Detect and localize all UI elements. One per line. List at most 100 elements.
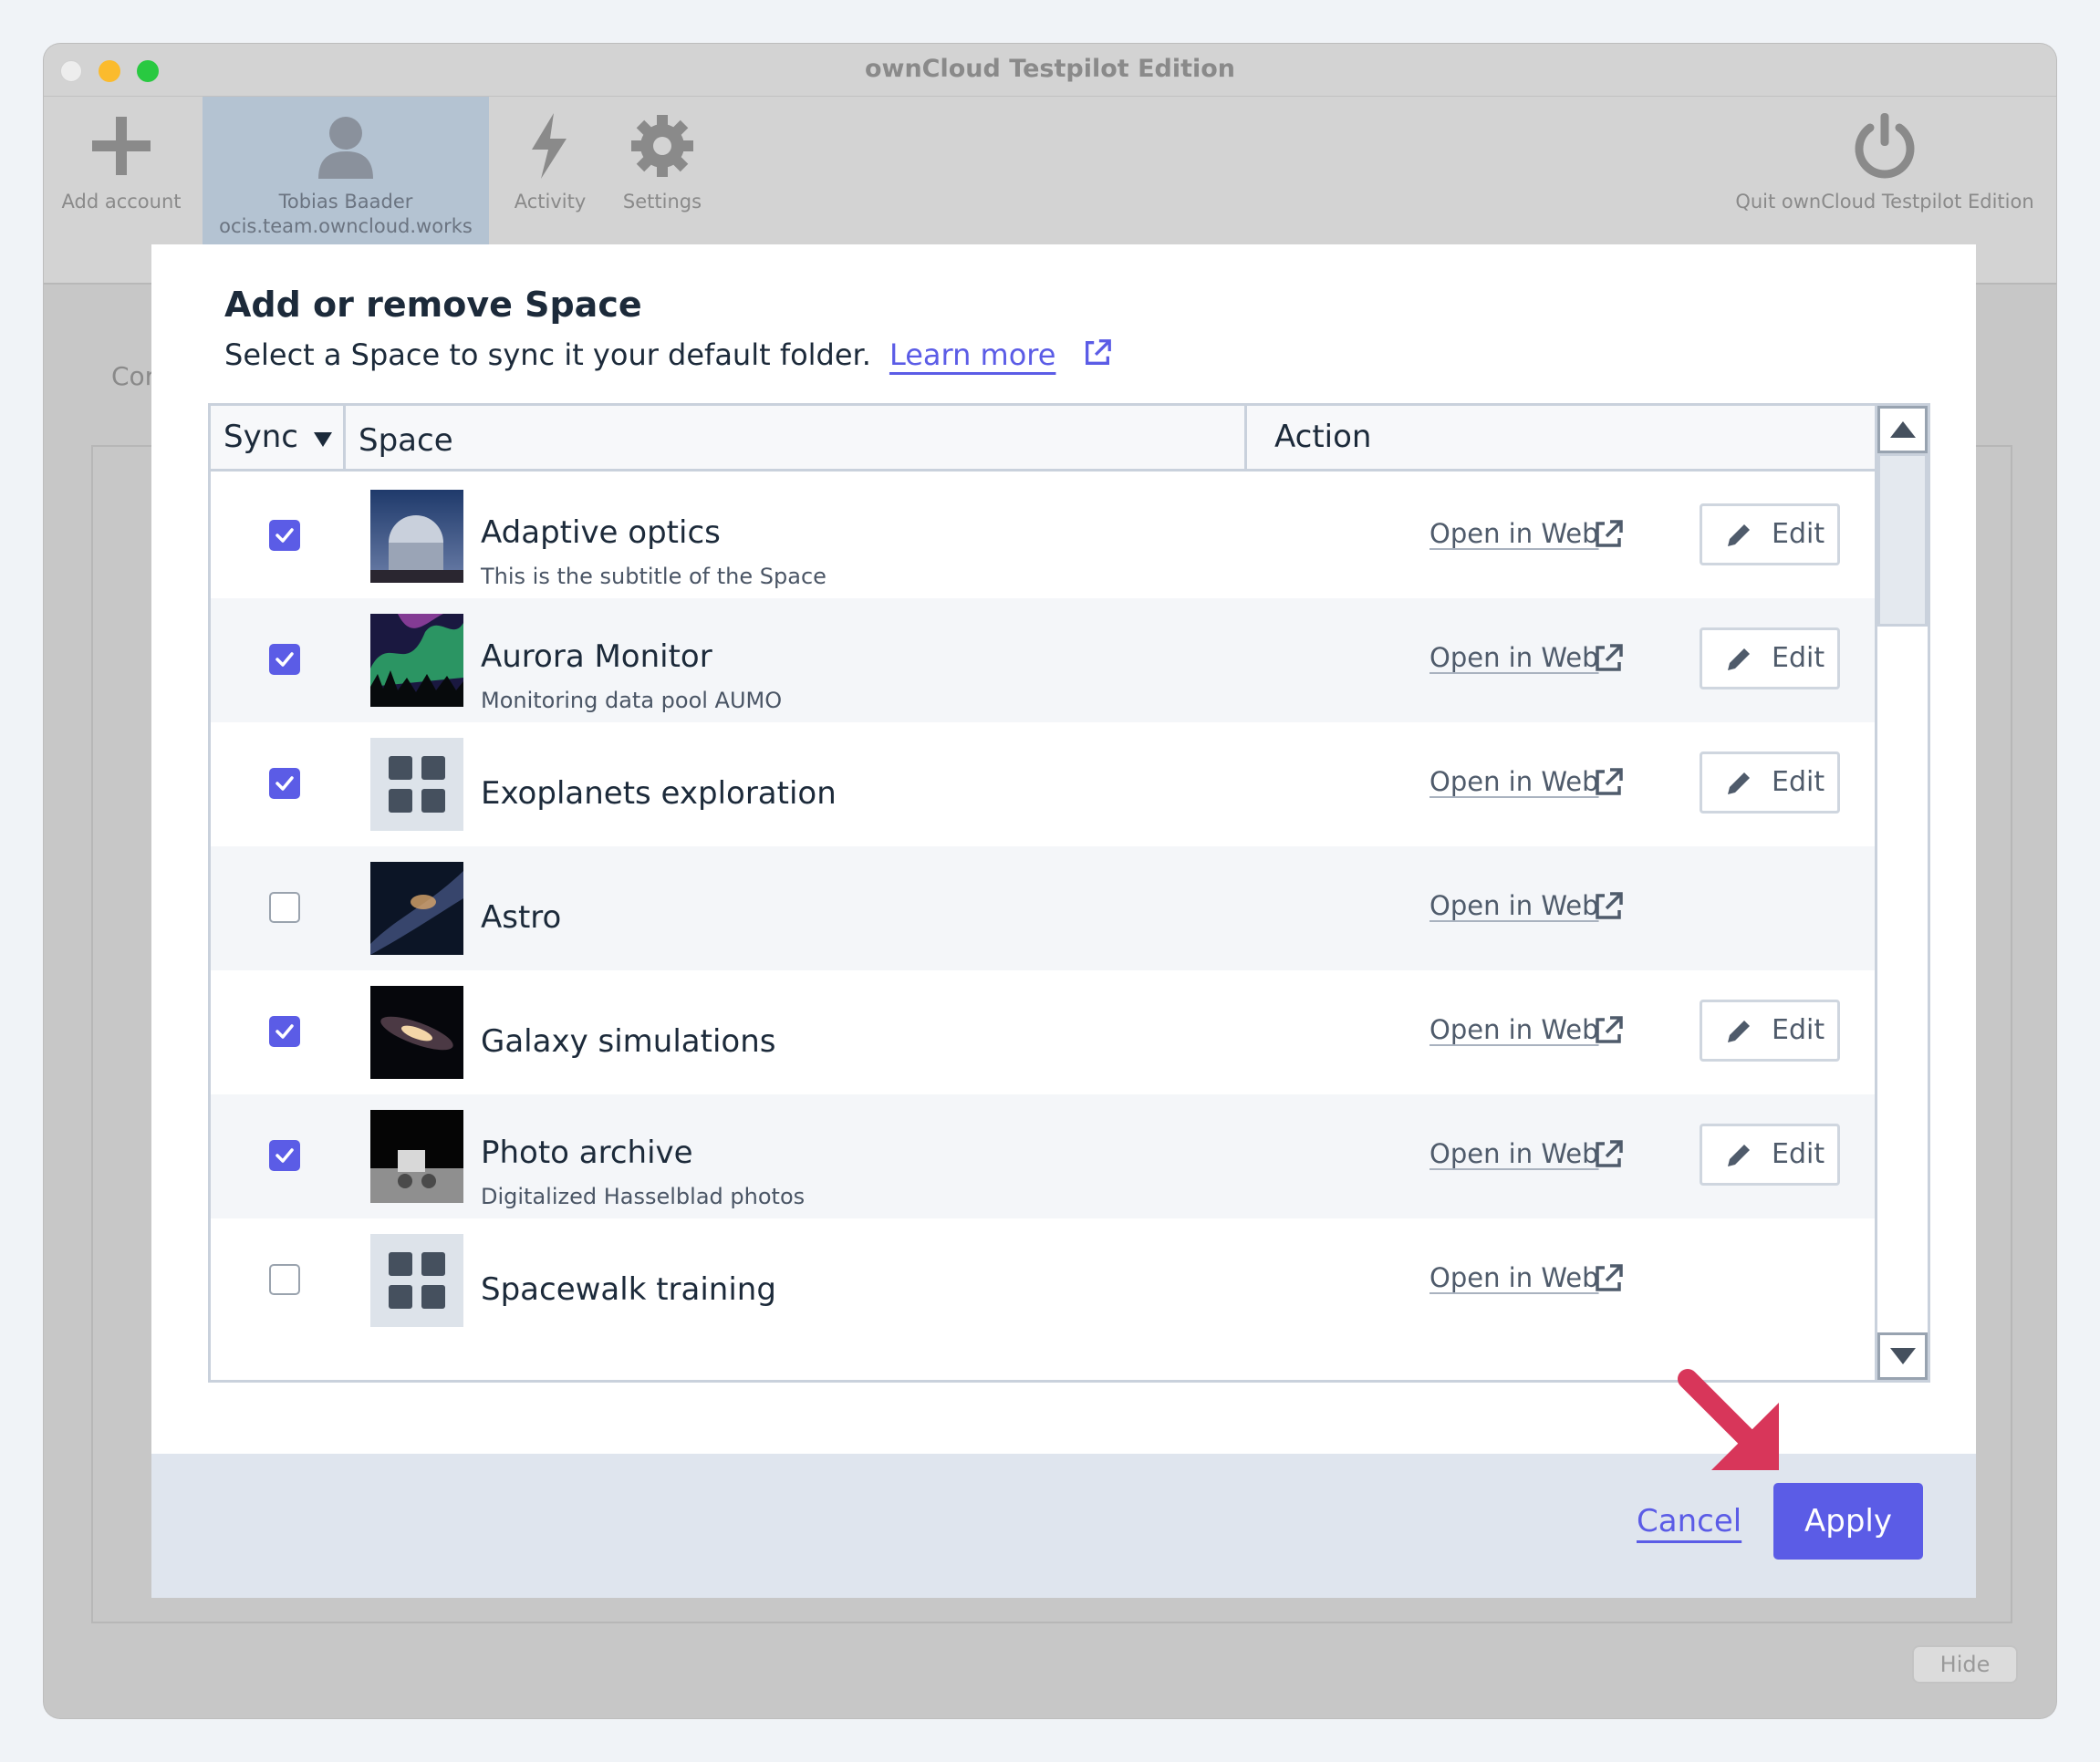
external-link-icon (1596, 892, 1623, 919)
table-row[interactable]: Adaptive optics This is the subtitle of t… (211, 474, 1875, 598)
table-row[interactable]: Exoplanets exploration Open in Web Edit (211, 722, 1875, 846)
window-title: ownCloud Testpilot Edition (864, 55, 1236, 83)
lightning-icon (532, 113, 567, 179)
add-account-label: Add account (61, 191, 182, 212)
sync-checkbox[interactable] (269, 768, 300, 799)
spaces-table: Sync Space Action Adaptive optics This is… (208, 403, 1930, 1383)
external-link-icon (1085, 339, 1111, 365)
default-space-icon (370, 1234, 463, 1327)
sort-descending-icon (313, 432, 332, 447)
space-subtitle: Monitoring data pool AUMO (481, 688, 783, 713)
open-in-web-link[interactable]: Open in Web (1429, 766, 1599, 797)
external-link-icon (1596, 520, 1623, 547)
checkmark-icon (275, 528, 294, 543)
edit-label: Edit (1772, 1138, 1825, 1170)
edit-button[interactable]: Edit (1700, 503, 1840, 565)
checkmark-icon (275, 1148, 294, 1163)
observatory-image (370, 490, 463, 583)
sync-checkbox[interactable] (269, 1264, 300, 1295)
space-name: Aurora Monitor (481, 638, 712, 675)
pencil-icon (1728, 524, 1750, 546)
scroll-up-button[interactable] (1877, 406, 1928, 453)
open-in-web-link[interactable]: Open in Web (1429, 1138, 1599, 1169)
sync-header-label: Sync (224, 419, 298, 455)
open-in-web-link[interactable]: Open in Web (1429, 518, 1599, 549)
scroll-down-button[interactable] (1877, 1332, 1928, 1380)
checkmark-icon (275, 1024, 294, 1039)
connection-label: Cor (111, 361, 156, 391)
space-column-header[interactable]: Space (346, 406, 1247, 472)
external-link-icon (1596, 1016, 1623, 1043)
annotation-arrow (1678, 1369, 1779, 1470)
sync-checkbox[interactable] (269, 1140, 300, 1171)
triangle-down-icon (1890, 1348, 1916, 1364)
triangle-up-icon (1890, 421, 1916, 438)
sync-column-header[interactable]: Sync (211, 406, 346, 472)
edit-button[interactable]: Edit (1700, 1124, 1840, 1186)
table-header: Sync Space Action (211, 406, 1875, 472)
plus-icon (92, 117, 151, 175)
checkmark-icon (275, 652, 294, 667)
apply-button[interactable]: Apply (1773, 1483, 1923, 1560)
galaxy-image (370, 986, 463, 1079)
settings-label: Settings (622, 191, 702, 212)
table-row[interactable]: Photo archive Digitalized Hasselblad phot… (211, 1094, 1875, 1218)
checkmark-icon (275, 776, 294, 791)
dialog-title: Add or remove Space (224, 285, 642, 325)
dialog-subtitle: Select a Space to sync it your default f… (224, 337, 1113, 372)
table-row[interactable]: Spacewalk training Open in Web (211, 1218, 1875, 1342)
scrollbar-thumb[interactable] (1877, 453, 1928, 627)
open-in-web-link[interactable]: Open in Web (1429, 890, 1599, 921)
aurora-image (370, 614, 463, 707)
edit-button[interactable]: Edit (1700, 751, 1840, 814)
space-name: Spacewalk training (481, 1271, 776, 1308)
open-in-web-link[interactable]: Open in Web (1429, 1262, 1599, 1293)
space-name: Adaptive optics (481, 514, 721, 551)
pencil-icon (1728, 1021, 1750, 1042)
milky-way-image (370, 862, 463, 955)
space-name: Astro (481, 899, 562, 936)
sync-checkbox[interactable] (269, 644, 300, 675)
external-link-icon (1596, 768, 1623, 795)
learn-more-link[interactable]: Learn more (889, 337, 1056, 372)
sync-checkbox[interactable] (269, 520, 300, 551)
default-space-icon (370, 738, 463, 831)
account-name: Tobias Baader (278, 191, 413, 212)
sync-checkbox[interactable] (269, 1016, 300, 1047)
space-subtitle: This is the subtitle of the Space (481, 564, 826, 589)
hide-button[interactable]: Hide (1912, 1645, 2018, 1684)
pencil-icon (1728, 1145, 1750, 1166)
space-name: Galaxy simulations (481, 1023, 776, 1060)
action-column-header[interactable]: Action (1247, 406, 1875, 472)
sync-checkbox[interactable] (269, 892, 300, 923)
table-row[interactable]: Astro Open in Web (211, 846, 1875, 970)
table-row[interactable]: Galaxy simulations Open in Web Edit (211, 970, 1875, 1094)
activity-label: Activity (514, 191, 587, 212)
cancel-button[interactable]: Cancel (1637, 1503, 1741, 1539)
edit-button[interactable]: Edit (1700, 627, 1840, 689)
quit-label: Quit ownCloud Testpilot Edition (1735, 191, 2034, 212)
space-name: Exoplanets exploration (481, 775, 837, 812)
user-avatar-icon (318, 117, 373, 179)
open-in-web-link[interactable]: Open in Web (1429, 1014, 1599, 1045)
space-name: Photo archive (481, 1135, 693, 1171)
external-link-icon (1596, 1264, 1623, 1291)
space-subtitle: Digitalized Hasselblad photos (481, 1184, 806, 1209)
edit-button[interactable]: Edit (1700, 1000, 1840, 1062)
edit-label: Edit (1772, 642, 1825, 674)
title-bar: ownCloud Testpilot Edition (44, 44, 2056, 97)
account-server: ocis.team.owncloud.works (219, 215, 473, 237)
open-in-web-link[interactable]: Open in Web (1429, 642, 1599, 673)
vertical-scrollbar[interactable] (1875, 406, 1928, 1380)
moon-rover-image (370, 1110, 463, 1203)
edit-label: Edit (1772, 1014, 1825, 1046)
power-icon (1855, 113, 1915, 179)
dialog-subtitle-text: Select a Space to sync it your default f… (224, 337, 871, 372)
gear-icon (631, 115, 693, 177)
pencil-icon (1728, 772, 1750, 794)
table-row[interactable]: Aurora Monitor Monitoring data pool AUMO O… (211, 598, 1875, 722)
edit-label: Edit (1772, 766, 1825, 798)
external-link-icon (1596, 644, 1623, 671)
edit-label: Edit (1772, 518, 1825, 550)
pencil-icon (1728, 648, 1750, 670)
